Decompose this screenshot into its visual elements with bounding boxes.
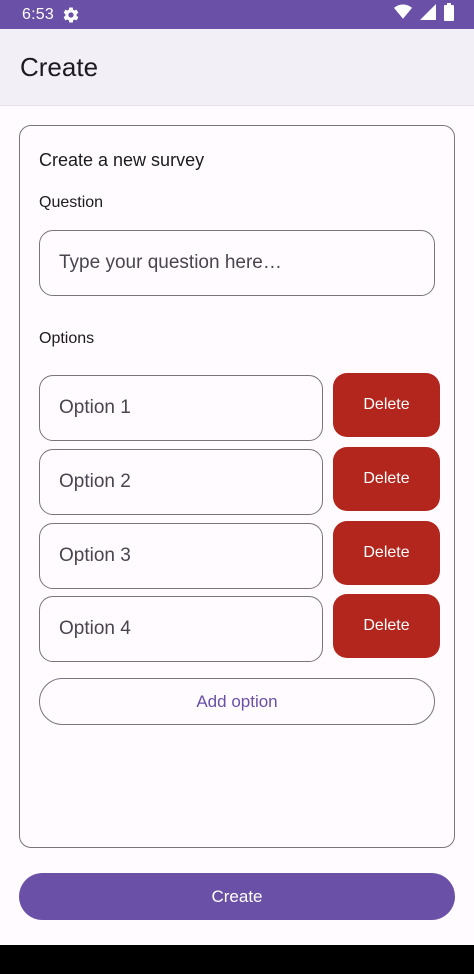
status-icons <box>394 3 454 26</box>
delete-option-3-button[interactable]: Delete <box>333 521 440 585</box>
navigation-bar <box>0 945 474 974</box>
option-input-2[interactable]: Option 2 <box>39 449 323 515</box>
delete-option-4-button[interactable]: Delete <box>333 594 440 658</box>
status-time: 6:53 <box>22 5 54 23</box>
option-input-4[interactable]: Option 4 <box>39 596 323 662</box>
gear-icon <box>62 6 80 24</box>
option-input-1[interactable]: Option 1 <box>39 375 323 441</box>
add-option-button[interactable]: Add option <box>39 678 435 725</box>
option-input-3[interactable]: Option 3 <box>39 523 323 589</box>
card-title: Create a new survey <box>39 150 205 170</box>
question-label: Question <box>39 194 104 211</box>
question-input[interactable]: Type your question here… <box>39 230 435 296</box>
page-title: Create <box>20 51 99 82</box>
options-label: Options <box>39 330 95 347</box>
wifi-icon <box>394 4 412 25</box>
signal-icon <box>420 4 436 25</box>
app-bar: Create <box>0 29 474 106</box>
survey-card: Create a new survey Question Type your q… <box>19 125 455 848</box>
create-button[interactable]: Create <box>19 873 455 920</box>
status-bar: 6:53 <box>0 0 474 29</box>
delete-option-1-button[interactable]: Delete <box>333 373 440 437</box>
battery-icon <box>444 3 454 26</box>
delete-option-2-button[interactable]: Delete <box>333 447 440 511</box>
